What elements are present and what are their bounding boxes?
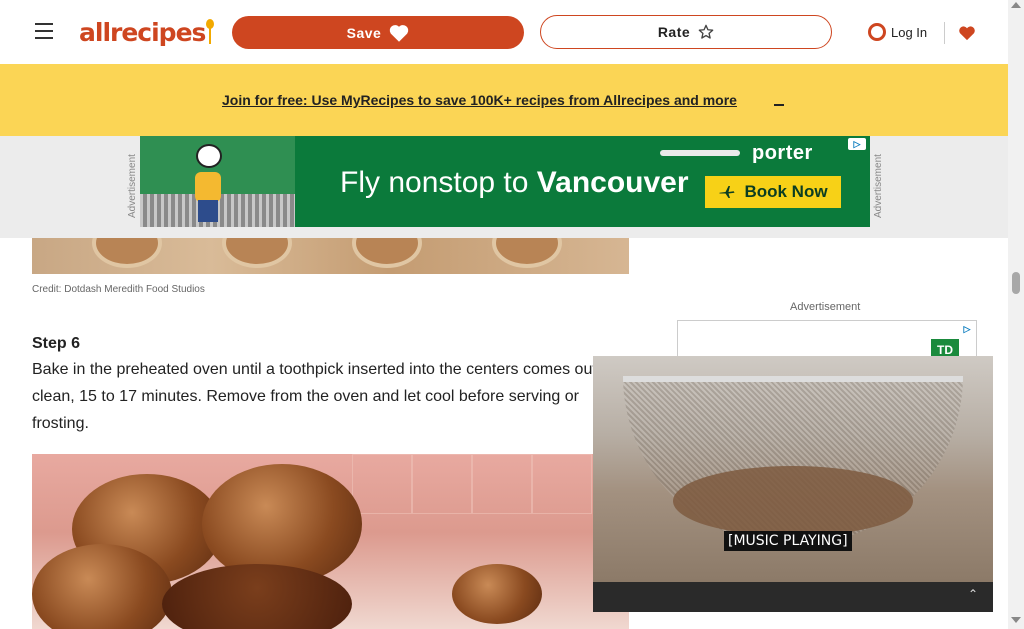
ad-brand: porter xyxy=(752,142,813,164)
save-button-label: Save xyxy=(346,24,382,41)
book-now-button[interactable]: Book Now xyxy=(705,176,841,208)
banner-dismiss-icon[interactable] xyxy=(770,88,788,110)
step-text: Bake in the preheated oven until a tooth… xyxy=(32,361,597,432)
user-icon xyxy=(868,23,886,41)
airplane-icon xyxy=(660,150,740,156)
header-divider xyxy=(944,22,945,44)
image-credit: Credit: Dotdash Meredith Food Studios xyxy=(32,284,205,295)
ad-side-label-left: Advertisement xyxy=(127,154,138,218)
right-column-ad[interactable]: ▷ TD xyxy=(677,320,977,361)
login-button[interactable]: Log In xyxy=(868,19,934,45)
video-collapse-icon[interactable]: ⌃ xyxy=(961,580,985,608)
recipe-step-image-cupcakes xyxy=(32,454,629,629)
page: allrecipes Save Rate Log In Join for fre… xyxy=(0,0,1024,629)
video-frame: [MUSIC PLAYING] xyxy=(593,356,993,582)
logo-text: allrecipes xyxy=(79,17,206,47)
book-now-label: Book Now xyxy=(744,182,828,201)
recipe-step: Step 6 Bake in the preheated oven until … xyxy=(32,332,629,437)
save-button[interactable]: Save xyxy=(232,16,524,49)
adchoices-icon-right[interactable]: ▷ xyxy=(958,323,976,335)
cocoa-powder xyxy=(673,466,913,536)
page-scrollbar[interactable] xyxy=(1008,0,1024,629)
star-icon xyxy=(698,24,714,39)
rate-button-label: Rate xyxy=(657,24,691,40)
ad-headline: Fly nonstop to Vancouver xyxy=(340,166,689,199)
recipe-step-image-top xyxy=(32,238,629,274)
scroll-down-arrow-icon[interactable] xyxy=(1011,617,1021,623)
scroll-up-arrow-icon[interactable] xyxy=(1011,2,1021,8)
scroll-thumb[interactable] xyxy=(1012,272,1020,294)
spoon-icon xyxy=(206,19,214,45)
video-caption: [MUSIC PLAYING] xyxy=(724,531,852,551)
plane-icon xyxy=(719,186,735,198)
ad-side-label-right: Advertisement xyxy=(873,154,884,218)
site-header: allrecipes Save Rate Log In xyxy=(0,0,1008,64)
floating-video-player[interactable]: [MUSIC PLAYING] ⌃ xyxy=(593,356,993,612)
allrecipes-logo[interactable]: allrecipes xyxy=(79,15,214,49)
ad-illustration xyxy=(140,136,295,227)
rate-button[interactable]: Rate xyxy=(540,15,832,49)
top-ad-band: Advertisement Advertisement porter Fly n… xyxy=(0,136,1008,238)
saved-recipes-heart-icon[interactable] xyxy=(955,20,979,46)
heart-icon xyxy=(390,24,409,42)
login-label: Log In xyxy=(891,24,928,40)
adchoices-icon[interactable]: ▷ xyxy=(848,138,866,150)
video-control-bar xyxy=(593,582,993,612)
porter-airlines-ad[interactable]: porter Fly nonstop to Vancouver Book Now… xyxy=(140,136,870,227)
step-title: Step 6 xyxy=(32,335,81,352)
hamburger-menu-icon[interactable] xyxy=(31,17,57,45)
myrecipes-banner: Join for free: Use MyRecipes to save 100… xyxy=(0,64,1008,136)
join-myrecipes-link[interactable]: Join for free: Use MyRecipes to save 100… xyxy=(222,92,756,114)
right-ad-label: Advertisement xyxy=(790,301,861,313)
